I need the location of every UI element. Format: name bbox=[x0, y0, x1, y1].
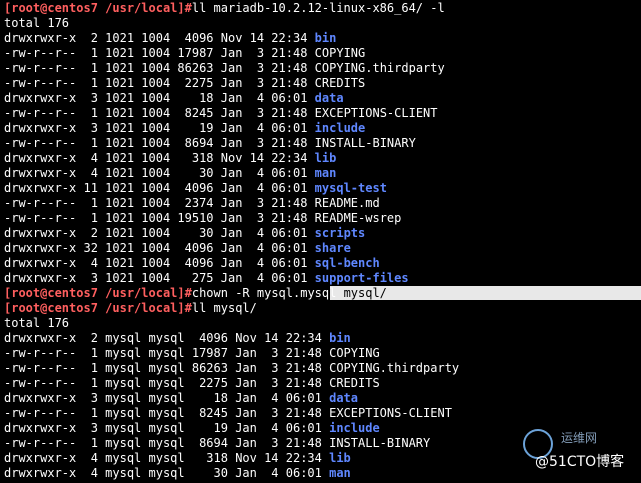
file-name: INSTALL-BINARY bbox=[314, 136, 416, 150]
directory-name: lib bbox=[329, 451, 351, 465]
file-metadata: -rw-r--r-- 1 mysql mysql 8694 Jan 3 21:4… bbox=[4, 436, 330, 450]
shell-prompt: [root@centos7 /usr/local]# bbox=[4, 1, 192, 15]
directory-name: mysql-test bbox=[314, 181, 387, 195]
file-metadata: drwxrwxr-x 2 mysql mysql 4096 Nov 14 22:… bbox=[4, 331, 330, 345]
file-metadata: -rw-r--r-- 1 1021 1004 19510 Jan 3 21:48 bbox=[4, 211, 315, 225]
listing-row: drwxrwxr-x 3 mysql mysql 19 Jan 4 06:01 … bbox=[4, 421, 380, 436]
file-name: INSTALL-BINARY bbox=[329, 436, 431, 450]
listing-row: drwxrwxr-x 2 1021 1004 30 Jan 4 06:01 sc… bbox=[4, 226, 365, 241]
file-metadata: drwxrwxr-x 3 mysql mysql 19 Jan 4 06:01 bbox=[4, 421, 330, 435]
file-metadata: drwxrwxr-x 32 1021 1004 4096 Jan 4 06:01 bbox=[4, 241, 315, 255]
file-metadata: -rw-r--r-- 1 1021 1004 86263 Jan 3 21:48 bbox=[4, 61, 315, 75]
file-metadata: -rw-r--r-- 1 1021 1004 17987 Jan 3 21:48 bbox=[4, 46, 315, 60]
file-name: EXCEPTIONS-CLIENT bbox=[314, 106, 438, 120]
watermark: 运维网 @51CTO博客 bbox=[523, 429, 633, 477]
directory-name: bin bbox=[329, 331, 351, 345]
file-name: README.md bbox=[314, 196, 380, 210]
directory-name: data bbox=[329, 391, 359, 405]
file-name: CREDITS bbox=[329, 376, 380, 390]
watermark-brand-text: @51CTO博客 bbox=[535, 454, 625, 470]
listing-row: -rw-r--r-- 1 1021 1004 86263 Jan 3 21:48… bbox=[4, 61, 445, 76]
directory-name: scripts bbox=[314, 226, 366, 240]
file-name: COPYING.thirdparty bbox=[329, 361, 460, 375]
prompt-line-ls-mysql: [root@centos7 /usr/local]#ll mysql/ bbox=[4, 301, 257, 316]
directory-name: sql-bench bbox=[314, 256, 380, 270]
listing-row: drwxrwxr-x 2 mysql mysql 4096 Nov 14 22:… bbox=[4, 331, 351, 346]
listing-row: drwxrwxr-x 11 1021 1004 4096 Jan 4 06:01… bbox=[4, 181, 387, 196]
command-text: ll mysql/ bbox=[191, 301, 257, 315]
file-metadata: -rw-r--r-- 1 1021 1004 8694 Jan 3 21:48 bbox=[4, 136, 315, 150]
file-metadata: drwxrwxr-x 3 1021 1004 19 Jan 4 06:01 bbox=[4, 121, 315, 135]
file-metadata: -rw-r--r-- 1 mysql mysql 2275 Jan 3 21:4… bbox=[4, 376, 330, 390]
file-metadata: drwxrwxr-x 4 mysql mysql 318 Nov 14 22:3… bbox=[4, 451, 330, 465]
file-metadata: drwxrwxr-x 3 1021 1004 18 Jan 4 06:01 bbox=[4, 91, 315, 105]
listing-row: -rw-r--r-- 1 mysql mysql 8245 Jan 3 21:4… bbox=[4, 406, 452, 421]
listing-total: total 176 bbox=[4, 316, 70, 330]
file-name: README-wsrep bbox=[314, 211, 402, 225]
listing-row: drwxrwxr-x 4 1021 1004 4096 Jan 4 06:01 … bbox=[4, 256, 380, 271]
shell-prompt: [root@centos7 /usr/local]# bbox=[4, 301, 192, 315]
file-metadata: -rw-r--r-- 1 1021 1004 2374 Jan 3 21:48 bbox=[4, 196, 315, 210]
listing-row: drwxrwxr-x 2 1021 1004 4096 Nov 14 22:34… bbox=[4, 31, 336, 46]
directory-name: man bbox=[314, 166, 337, 180]
listing-total: total 176 bbox=[4, 16, 70, 30]
directory-name: include bbox=[314, 121, 366, 135]
file-metadata: -rw-r--r-- 1 mysql mysql 86263 Jan 3 21:… bbox=[4, 361, 330, 375]
file-metadata: drwxrwxr-x 4 mysql mysql 30 Jan 4 06:01 bbox=[4, 466, 330, 480]
terminal-window[interactable]: [root@centos7 /usr/local]#ll mariadb-10.… bbox=[0, 0, 641, 483]
file-metadata: -rw-r--r-- 1 mysql mysql 8245 Jan 3 21:4… bbox=[4, 406, 330, 420]
listing-row: -rw-r--r-- 1 mysql mysql 86263 Jan 3 21:… bbox=[4, 361, 459, 376]
file-name: CREDITS bbox=[314, 76, 366, 90]
prompt-line-chown: [root@centos7 /usr/local]#chown -R mysql… bbox=[4, 286, 387, 301]
prompt-line-ls-mariadb: [root@centos7 /usr/local]#ll mariadb-10.… bbox=[4, 1, 445, 16]
directory-name: data bbox=[314, 91, 344, 105]
listing-row: -rw-r--r-- 1 1021 1004 17987 Jan 3 21:48… bbox=[4, 46, 365, 61]
directory-name: bin bbox=[314, 31, 337, 45]
listing-row: drwxrwxr-x 32 1021 1004 4096 Jan 4 06:01… bbox=[4, 241, 351, 256]
file-metadata: drwxrwxr-x 4 1021 1004 30 Jan 4 06:01 bbox=[4, 166, 315, 180]
file-metadata: -rw-r--r-- 1 1021 1004 2275 Jan 3 21:48 bbox=[4, 76, 315, 90]
listing-row: drwxrwxr-x 3 mysql mysql 18 Jan 4 06:01 … bbox=[4, 391, 358, 406]
file-metadata: drwxrwxr-x 11 1021 1004 4096 Jan 4 06:01 bbox=[4, 181, 315, 195]
file-metadata: drwxrwxr-x 2 1021 1004 30 Jan 4 06:01 bbox=[4, 226, 315, 240]
listing-row: drwxrwxr-x 4 mysql mysql 318 Nov 14 22:3… bbox=[4, 451, 351, 466]
file-metadata: drwxrwxr-x 4 1021 1004 4096 Jan 4 06:01 bbox=[4, 256, 315, 270]
listing-row: drwxrwxr-x 3 1021 1004 18 Jan 4 06:01 da… bbox=[4, 91, 344, 106]
file-name: COPYING bbox=[314, 46, 366, 60]
directory-name: man bbox=[329, 466, 351, 480]
listing-row: -rw-r--r-- 1 1021 1004 2275 Jan 3 21:48 … bbox=[4, 76, 365, 91]
listing-row: drwxrwxr-x 4 mysql mysql 30 Jan 4 06:01 … bbox=[4, 466, 351, 481]
listing-row: -rw-r--r-- 1 1021 1004 19510 Jan 3 21:48… bbox=[4, 211, 401, 226]
listing-row: drwxrwxr-x 4 1021 1004 318 Nov 14 22:34 … bbox=[4, 151, 336, 166]
file-metadata: drwxrwxr-x 3 1021 1004 275 Jan 4 06:01 bbox=[4, 271, 315, 285]
file-metadata: drwxrwxr-x 3 mysql mysql 18 Jan 4 06:01 bbox=[4, 391, 330, 405]
file-name: COPYING bbox=[329, 346, 380, 360]
watermark-site-text: 运维网 bbox=[561, 431, 598, 445]
file-name: EXCEPTIONS-CLIENT bbox=[329, 406, 452, 420]
listing-row: drwxrwxr-x 3 1021 1004 19 Jan 4 06:01 in… bbox=[4, 121, 365, 136]
listing-row: -rw-r--r-- 1 1021 1004 2374 Jan 3 21:48 … bbox=[4, 196, 380, 211]
command-text: ll mariadb-10.2.12-linux-x86_64/ -l bbox=[191, 1, 445, 15]
directory-name: share bbox=[314, 241, 351, 255]
directory-name: support-files bbox=[314, 271, 409, 285]
listing-row: -rw-r--r-- 1 mysql mysql 17987 Jan 3 21:… bbox=[4, 346, 380, 361]
listing-row: -rw-r--r-- 1 1021 1004 8694 Jan 3 21:48 … bbox=[4, 136, 416, 151]
listing-row: drwxrwxr-x 4 1021 1004 30 Jan 4 06:01 ma… bbox=[4, 166, 336, 181]
listing-row: -rw-r--r-- 1 mysql mysql 8694 Jan 3 21:4… bbox=[4, 436, 430, 451]
file-name: COPYING.thirdparty bbox=[314, 61, 445, 75]
command-text: chown -R mysql.mysql bbox=[191, 286, 344, 300]
file-metadata: -rw-r--r-- 1 1021 1004 8245 Jan 3 21:48 bbox=[4, 106, 315, 120]
directory-name: lib bbox=[314, 151, 337, 165]
file-metadata: drwxrwxr-x 2 1021 1004 4096 Nov 14 22:34 bbox=[4, 31, 315, 45]
selected-text[interactable]: mysql/ bbox=[343, 286, 387, 300]
directory-name: include bbox=[329, 421, 380, 435]
shell-prompt: [root@centos7 /usr/local]# bbox=[4, 286, 192, 300]
file-metadata: drwxrwxr-x 4 1021 1004 318 Nov 14 22:34 bbox=[4, 151, 315, 165]
file-metadata: -rw-r--r-- 1 mysql mysql 17987 Jan 3 21:… bbox=[4, 346, 330, 360]
listing-row: -rw-r--r-- 1 1021 1004 8245 Jan 3 21:48 … bbox=[4, 106, 438, 121]
listing-row: -rw-r--r-- 1 mysql mysql 2275 Jan 3 21:4… bbox=[4, 376, 380, 391]
listing-row: drwxrwxr-x 3 1021 1004 275 Jan 4 06:01 s… bbox=[4, 271, 409, 286]
